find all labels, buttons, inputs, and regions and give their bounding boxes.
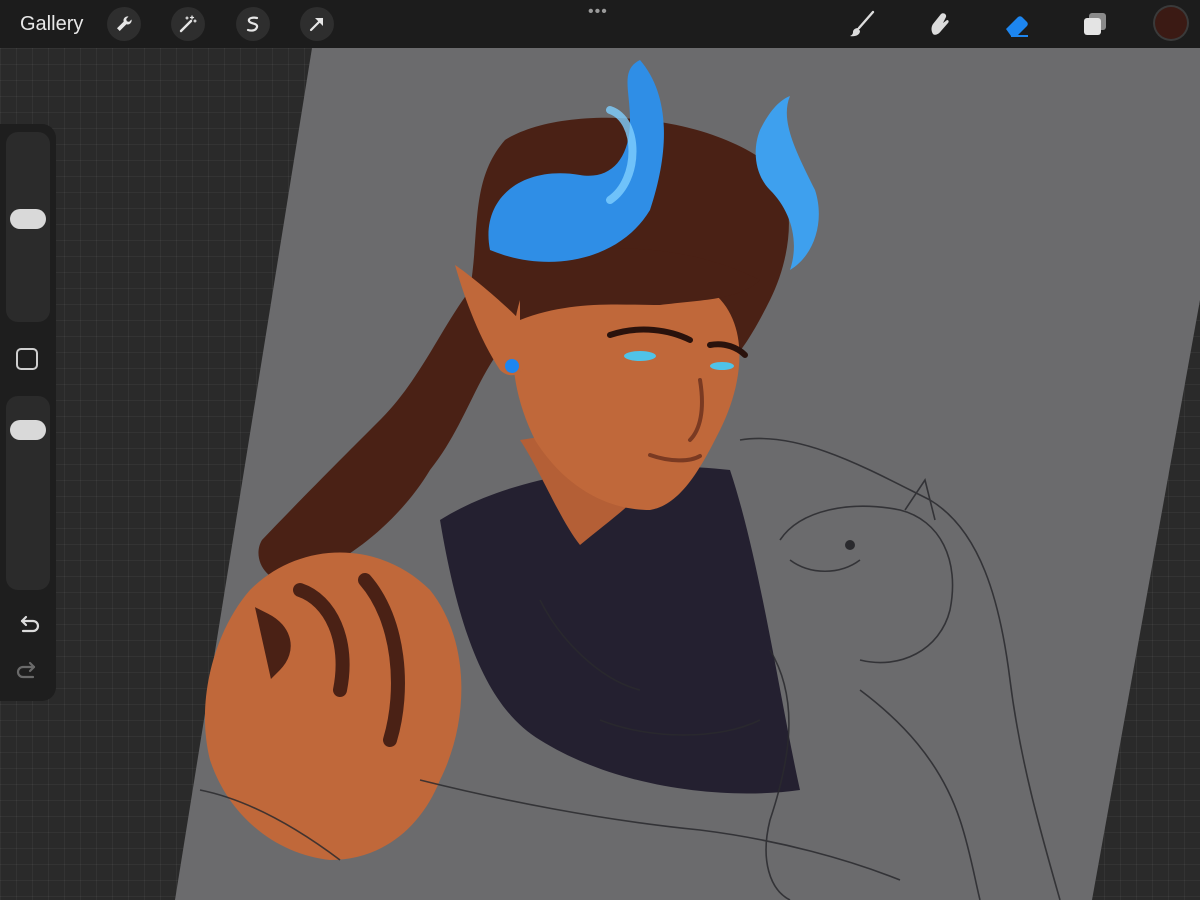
- transform-arrow-icon: [309, 17, 324, 32]
- top-toolbar: Gallery •••: [0, 0, 1200, 48]
- artwork-canvas[interactable]: [0, 48, 1200, 900]
- left-eye: [624, 351, 656, 361]
- color-swatch[interactable]: [1155, 7, 1187, 39]
- eraser-tool-button[interactable]: [1000, 7, 1034, 41]
- menu-dots[interactable]: •••: [588, 4, 608, 20]
- brush-icon: [850, 10, 875, 37]
- actions-wrench-button[interactable]: [107, 7, 141, 41]
- brush-opacity-thumb[interactable]: [10, 419, 46, 440]
- eraser-icon: [1006, 16, 1028, 37]
- transform-button[interactable]: [300, 7, 334, 41]
- layers-icon: [1084, 13, 1106, 35]
- layers-button[interactable]: [1078, 7, 1112, 41]
- magic-wand-icon: [179, 15, 197, 33]
- drawing-canvas-area[interactable]: [0, 48, 1200, 900]
- brush-size-thumb[interactable]: [10, 208, 46, 229]
- adjustments-button[interactable]: [171, 7, 205, 41]
- right-eye: [710, 362, 734, 370]
- wrench-icon: [117, 16, 132, 31]
- selection-button[interactable]: [236, 7, 270, 41]
- modifier-square[interactable]: [16, 348, 38, 370]
- earring: [505, 359, 519, 373]
- undo-icon[interactable]: [14, 612, 42, 640]
- selection-icon: [246, 16, 259, 32]
- brush-tool-button[interactable]: [845, 7, 879, 41]
- left-sidebar: [0, 124, 56, 701]
- smudge-tool-button[interactable]: [922, 7, 956, 41]
- smudge-icon: [931, 13, 949, 35]
- brush-size-slider[interactable]: [6, 132, 50, 322]
- brush-opacity-slider[interactable]: [6, 396, 50, 590]
- redo-icon[interactable]: [14, 658, 42, 686]
- cat-eye: [845, 540, 855, 550]
- gallery-button[interactable]: Gallery: [20, 12, 83, 36]
